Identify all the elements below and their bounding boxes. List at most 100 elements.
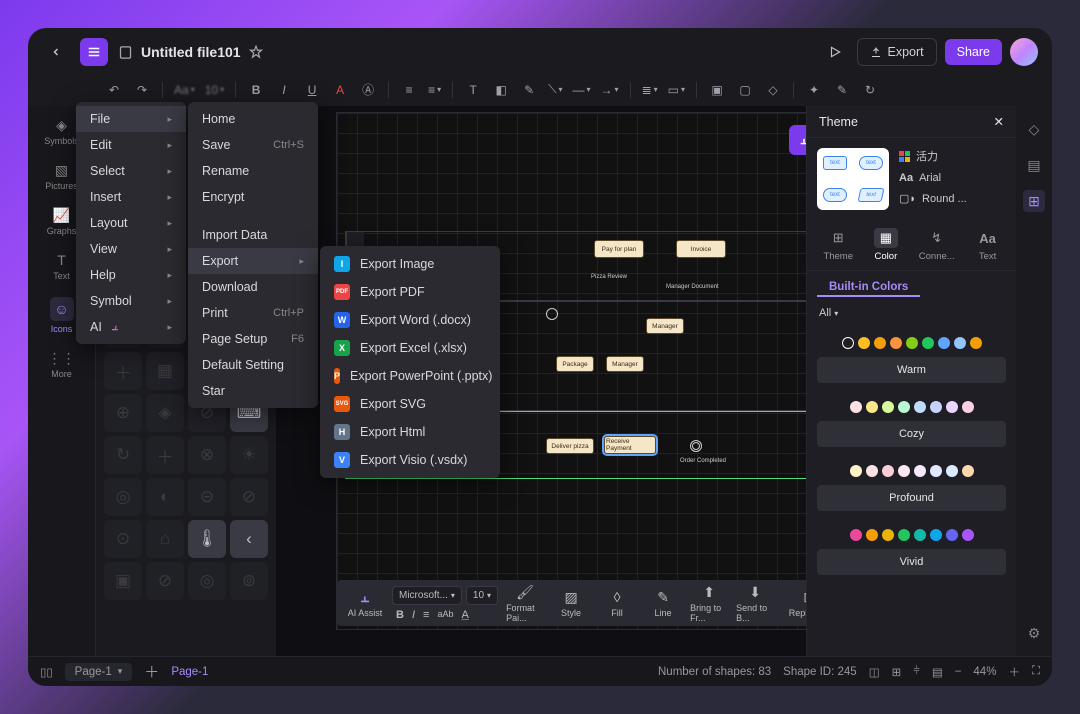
palette-icon[interactable]: ▦	[146, 352, 184, 390]
swatch-group-cozy[interactable]: Cozy	[807, 389, 1016, 453]
map-icon[interactable]: ⫩	[913, 665, 920, 678]
color-swatch[interactable]	[962, 465, 974, 477]
distribute-tool[interactable]: ≣▾	[639, 80, 661, 100]
color-swatch[interactable]	[946, 401, 958, 413]
export-export-pdf[interactable]: PDFExport PDF	[320, 278, 500, 306]
tab-text[interactable]: AaText	[976, 228, 1000, 262]
grid-icon[interactable]: ⊞	[892, 665, 902, 679]
color-swatch[interactable]	[898, 529, 910, 541]
palette-icon[interactable]: ⊘	[146, 562, 184, 600]
hamburger-menu[interactable]	[80, 38, 108, 66]
color-swatch[interactable]	[890, 337, 902, 349]
event-end[interactable]	[690, 440, 702, 452]
zoom-level[interactable]: 44%	[973, 666, 996, 678]
export-export-excel-xlsx-[interactable]: XExport Excel (.xlsx)	[320, 334, 500, 362]
color-swatch[interactable]	[962, 529, 974, 541]
rail-apps[interactable]: ⊞	[1023, 190, 1045, 212]
close-icon[interactable]: ✕	[994, 114, 1004, 129]
italic-tool[interactable]: I	[272, 80, 296, 100]
color-swatch[interactable]	[898, 465, 910, 477]
palette-icon[interactable]: ▣	[104, 562, 142, 600]
export-button[interactable]: Export	[857, 38, 937, 66]
color-swatch[interactable]	[850, 529, 862, 541]
color-swatch[interactable]	[898, 401, 910, 413]
fill-tool[interactable]: ◊Fill	[598, 588, 636, 618]
arrow-tool[interactable]: →▾	[598, 80, 622, 100]
align-tool[interactable]: ≡	[397, 80, 421, 100]
theme-preview[interactable]: text text text text	[817, 148, 889, 210]
font-size-select[interactable]: 10▾	[466, 586, 498, 605]
palette-icon[interactable]: 🌡	[188, 520, 226, 558]
menu-item-select[interactable]: Select▸	[76, 158, 186, 184]
export-export-powerpoint-pptx-[interactable]: PExport PowerPoint (.pptx)	[320, 362, 500, 390]
color-swatch[interactable]	[850, 401, 862, 413]
fill-tool[interactable]: ◧	[489, 80, 513, 100]
palette-icon[interactable]: ⊚	[230, 562, 268, 600]
color-swatch[interactable]	[882, 401, 894, 413]
color-swatch[interactable]	[874, 337, 886, 349]
color-swatch[interactable]	[914, 465, 926, 477]
file-menu-default-setting[interactable]: Default Setting	[188, 352, 318, 378]
highlight-tool[interactable]: Ⓐ	[356, 80, 380, 100]
palette-icon[interactable]: ⊗	[188, 436, 226, 474]
task[interactable]: Manager	[646, 318, 684, 334]
text-tool[interactable]: T	[461, 80, 485, 100]
color-swatch[interactable]	[914, 401, 926, 413]
color-swatch[interactable]	[866, 529, 878, 541]
font-family-select[interactable]: Microsoft...▾	[392, 586, 462, 605]
bold-tool[interactable]: B	[396, 609, 404, 621]
tool-undo[interactable]: ↶	[102, 80, 126, 100]
tab-connector[interactable]: ↯Conne...	[919, 228, 955, 262]
task[interactable]: Package	[556, 356, 594, 372]
file-menu-page-setup[interactable]: Page SetupF6	[188, 326, 318, 352]
play-button[interactable]	[821, 38, 849, 66]
rail-eyedropper[interactable]: ◇	[1023, 118, 1045, 140]
palette-icon[interactable]: ☀	[230, 436, 268, 474]
lock-tool[interactable]: ◇	[761, 80, 785, 100]
font-color-tool[interactable]: A	[328, 80, 352, 100]
export-export-image[interactable]: IExport Image	[320, 250, 500, 278]
menu-item-file[interactable]: File▸	[76, 106, 186, 132]
align-tool[interactable]: ≡	[423, 609, 429, 621]
palette-icon[interactable]: ⊕	[104, 394, 142, 432]
share-button[interactable]: Share	[945, 39, 1002, 65]
ungroup-tool[interactable]: ▢	[733, 80, 757, 100]
tab-color[interactable]: ▦Color	[874, 228, 898, 262]
rail-layers[interactable]: ▤	[1023, 154, 1045, 176]
zoom-in[interactable]: ＋	[1008, 664, 1020, 680]
palette-icon[interactable]: ⌂	[146, 520, 184, 558]
pages-icon[interactable]: ▯▯	[40, 665, 53, 679]
line-spacing-tool[interactable]: ≡▾	[425, 80, 444, 100]
send-back[interactable]: ⬇Send to B...	[736, 583, 774, 623]
menu-item-edit[interactable]: Edit▸	[76, 132, 186, 158]
format-painter[interactable]: 🖌Format Pai...	[506, 583, 544, 623]
page-tab[interactable]: Page-1	[171, 666, 208, 678]
group-tool[interactable]: ▣	[705, 80, 729, 100]
file-menu-encrypt[interactable]: Encrypt	[188, 184, 318, 210]
italic-tool[interactable]: I	[412, 609, 415, 621]
color-swatch[interactable]	[930, 401, 942, 413]
font-color-tool[interactable]: A	[461, 609, 468, 621]
color-swatch[interactable]	[946, 465, 958, 477]
color-swatch[interactable]	[946, 529, 958, 541]
palette-icon[interactable]: ◎	[188, 562, 226, 600]
font-family-select[interactable]: Aa▾	[171, 80, 198, 100]
file-menu-rename[interactable]: Rename	[188, 158, 318, 184]
star-icon[interactable]	[249, 45, 263, 59]
avatar[interactable]	[1010, 38, 1038, 66]
palette-icon[interactable]: ＋	[104, 352, 142, 390]
file-menu-export[interactable]: Export▸	[188, 248, 318, 274]
palette-icon[interactable]: ⊘	[230, 478, 268, 516]
rail-settings[interactable]: ⚙	[1023, 622, 1045, 644]
color-swatch[interactable]	[882, 529, 894, 541]
menu-item-help[interactable]: Help▸	[76, 262, 186, 288]
color-swatch[interactable]	[882, 465, 894, 477]
layers-icon[interactable]: ◫	[869, 665, 880, 679]
color-swatch[interactable]	[970, 337, 982, 349]
palette-icon[interactable]: ＋	[146, 436, 184, 474]
case-tool[interactable]: aAb	[437, 609, 453, 621]
edit-tool[interactable]: ✎	[830, 80, 854, 100]
color-swatch[interactable]	[866, 465, 878, 477]
color-swatch[interactable]	[962, 401, 974, 413]
export-export-word-docx-[interactable]: WExport Word (.docx)	[320, 306, 500, 334]
